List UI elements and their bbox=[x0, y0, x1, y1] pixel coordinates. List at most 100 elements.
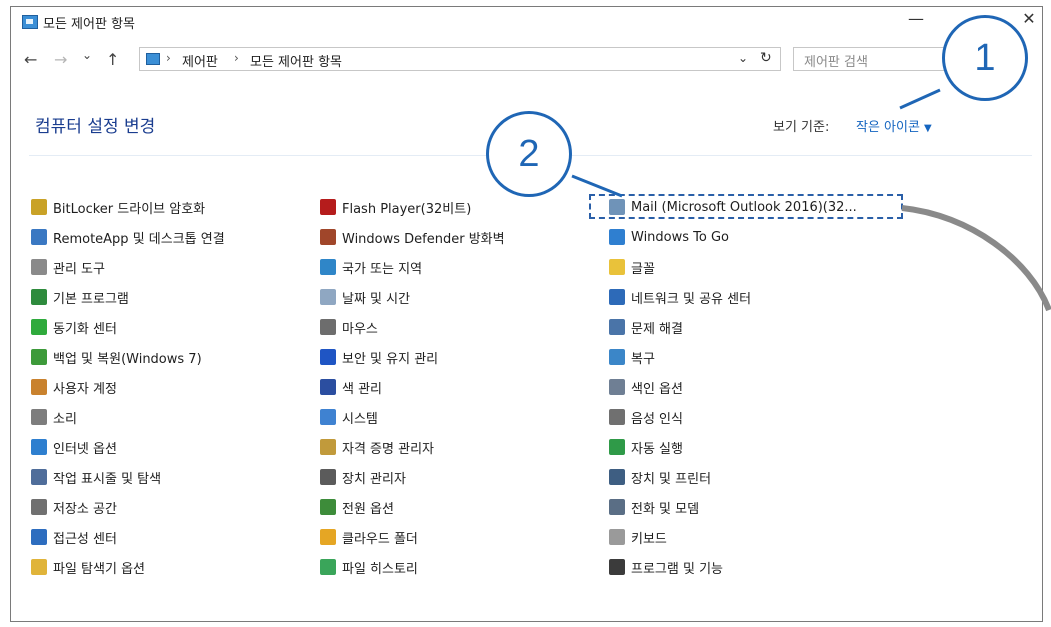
view-by-dropdown[interactable]: 작은 아이콘 ▼ bbox=[856, 116, 932, 135]
control-panel-item[interactable]: 문제 해결 bbox=[609, 312, 857, 342]
ease-of-access-icon bbox=[31, 529, 47, 545]
view-by-label: 보기 기준: bbox=[773, 120, 830, 135]
control-panel-item[interactable]: 날짜 및 시간 bbox=[320, 282, 505, 312]
control-panel-item[interactable]: 프로그램 및 기능 bbox=[609, 552, 857, 582]
control-panel-item-label: 기본 프로그램 bbox=[53, 291, 129, 307]
recent-locations-button[interactable]: ⌄ bbox=[82, 48, 92, 62]
control-panel-item[interactable]: 백업 및 복원(Windows 7) bbox=[31, 342, 225, 372]
control-panel-item-label: 색 관리 bbox=[342, 381, 383, 397]
color-management-icon bbox=[320, 379, 336, 395]
control-panel-item[interactable]: 시스템 bbox=[320, 402, 505, 432]
system-icon bbox=[320, 409, 336, 425]
view-by-value: 작은 아이콘 bbox=[856, 120, 920, 135]
control-panel-item-label: 파일 히스토리 bbox=[342, 561, 418, 577]
forward-button[interactable]: → bbox=[54, 50, 67, 69]
control-panel-item[interactable]: 마우스 bbox=[320, 312, 505, 342]
control-panel-item-label: 장치 관리자 bbox=[342, 471, 406, 487]
file-history-icon bbox=[320, 559, 336, 575]
credential-manager-icon bbox=[320, 439, 336, 455]
control-panel-item[interactable]: 동기화 센터 bbox=[31, 312, 225, 342]
control-panel-item[interactable]: 색 관리 bbox=[320, 372, 505, 402]
control-panel-item-label: 날짜 및 시간 bbox=[342, 291, 411, 307]
mouse-icon bbox=[320, 319, 336, 335]
control-panel-item[interactable]: 자동 실행 bbox=[609, 432, 857, 462]
control-panel-item[interactable]: Windows Defender 방화벽 bbox=[320, 222, 505, 252]
control-panel-item-label: RemoteApp 및 데스크톱 연결 bbox=[53, 231, 225, 247]
address-bar[interactable]: › 제어판 › 모든 제어판 항목 bbox=[139, 47, 781, 71]
control-panel-item-label: 파일 탐색기 옵션 bbox=[53, 561, 145, 577]
file-explorer-options-icon bbox=[31, 559, 47, 575]
back-button[interactable]: ← bbox=[24, 50, 37, 69]
close-button[interactable]: ✕ bbox=[1009, 9, 1049, 28]
control-panel-item[interactable]: 글꼴 bbox=[609, 252, 857, 282]
control-panel-item[interactable]: 국가 또는 지역 bbox=[320, 252, 505, 282]
control-panel-item[interactable]: Windows To Go bbox=[609, 222, 857, 252]
control-panel-item-label: 국가 또는 지역 bbox=[342, 261, 423, 277]
control-panel-item[interactable]: RemoteApp 및 데스크톱 연결 bbox=[31, 222, 225, 252]
control-panel-item-label: Windows Defender 방화벽 bbox=[342, 231, 505, 247]
control-panel-item-label: 접근성 센터 bbox=[53, 531, 117, 547]
breadcrumb-separator: › bbox=[166, 51, 171, 65]
control-panel-item[interactable]: Flash Player(32비트) bbox=[320, 192, 505, 222]
control-panel-item[interactable]: 작업 표시줄 및 탐색 bbox=[31, 462, 225, 492]
control-panel-item[interactable]: 기본 프로그램 bbox=[31, 282, 225, 312]
control-panel-item[interactable]: 저장소 공간 bbox=[31, 492, 225, 522]
backup-icon bbox=[31, 349, 47, 365]
control-panel-item[interactable]: 접근성 센터 bbox=[31, 522, 225, 552]
bitlocker-icon bbox=[31, 199, 47, 215]
keyboard-icon bbox=[609, 529, 625, 545]
default-programs-icon bbox=[31, 289, 47, 305]
control-panel-item-label: 저장소 공간 bbox=[53, 501, 117, 517]
taskbar-icon bbox=[31, 469, 47, 485]
devices-printers-icon bbox=[609, 469, 625, 485]
control-panel-item-label: Flash Player(32비트) bbox=[342, 201, 472, 217]
control-panel-item[interactable]: BitLocker 드라이브 암호화 bbox=[31, 192, 225, 222]
control-panel-item-label: BitLocker 드라이브 암호화 bbox=[53, 201, 206, 217]
control-panel-item[interactable]: 음성 인식 bbox=[609, 402, 857, 432]
control-panel-item-label: 인터넷 옵션 bbox=[53, 441, 117, 457]
control-panel-item[interactable]: 파일 탐색기 옵션 bbox=[31, 552, 225, 582]
control-panel-item[interactable]: 인터넷 옵션 bbox=[31, 432, 225, 462]
control-panel-item[interactable]: 전화 및 모뎀 bbox=[609, 492, 857, 522]
control-panel-item[interactable]: 장치 및 프린터 bbox=[609, 462, 857, 492]
control-panel-item[interactable]: 복구 bbox=[609, 342, 857, 372]
minimize-button[interactable]: — bbox=[896, 9, 936, 28]
items-column-2: Flash Player(32비트) Windows Defender 방화벽국가… bbox=[320, 192, 505, 582]
control-panel-item[interactable]: 보안 및 유지 관리 bbox=[320, 342, 505, 372]
control-panel-item[interactable]: 장치 관리자 bbox=[320, 462, 505, 492]
date-time-icon bbox=[320, 289, 336, 305]
items-column-3: Mail (Microsoft Outlook 2016)(32... Windo… bbox=[609, 192, 857, 582]
windows-to-go-icon bbox=[609, 229, 625, 245]
fonts-icon bbox=[609, 259, 625, 275]
admin-tools-icon bbox=[31, 259, 47, 275]
control-panel-item-label: 자동 실행 bbox=[631, 441, 683, 457]
user-accounts-icon bbox=[31, 379, 47, 395]
control-panel-item[interactable]: 클라우드 폴더 bbox=[320, 522, 505, 552]
indexing-options-icon bbox=[609, 379, 625, 395]
control-panel-item[interactable]: 사용자 계정 bbox=[31, 372, 225, 402]
breadcrumb-all-items[interactable]: 모든 제어판 항목 bbox=[250, 51, 342, 70]
control-panel-item-label: 보안 및 유지 관리 bbox=[342, 351, 439, 367]
control-panel-item[interactable]: 키보드 bbox=[609, 522, 857, 552]
control-panel-item-label: 장치 및 프린터 bbox=[631, 471, 712, 487]
sound-icon bbox=[31, 409, 47, 425]
page-title: 컴퓨터 설정 변경 bbox=[35, 117, 156, 137]
up-button[interactable]: ↑ bbox=[106, 50, 119, 69]
security-flag-icon bbox=[320, 349, 336, 365]
device-manager-icon bbox=[320, 469, 336, 485]
refresh-button[interactable]: ↻ bbox=[760, 50, 772, 66]
control-panel-item[interactable]: 전원 옵션 bbox=[320, 492, 505, 522]
control-panel-item-label: 사용자 계정 bbox=[53, 381, 117, 397]
control-panel-item[interactable]: 소리 bbox=[31, 402, 225, 432]
control-panel-item[interactable]: 자격 증명 관리자 bbox=[320, 432, 505, 462]
speech-recognition-icon bbox=[609, 409, 625, 425]
title-bar: 모든 제어판 항목 — ✕ bbox=[11, 7, 1042, 37]
control-panel-item[interactable]: 관리 도구 bbox=[31, 252, 225, 282]
control-panel-item[interactable]: 파일 히스토리 bbox=[320, 552, 505, 582]
control-panel-item[interactable]: 색인 옵션 bbox=[609, 372, 857, 402]
address-history-dropdown[interactable]: ⌄ bbox=[738, 51, 748, 65]
mail-item-focus-outline bbox=[589, 194, 903, 219]
breadcrumb-control-panel[interactable]: 제어판 bbox=[182, 51, 218, 70]
control-panel-item[interactable]: 네트워크 및 공유 센터 bbox=[609, 282, 857, 312]
window-title: 모든 제어판 항목 bbox=[43, 17, 135, 32]
